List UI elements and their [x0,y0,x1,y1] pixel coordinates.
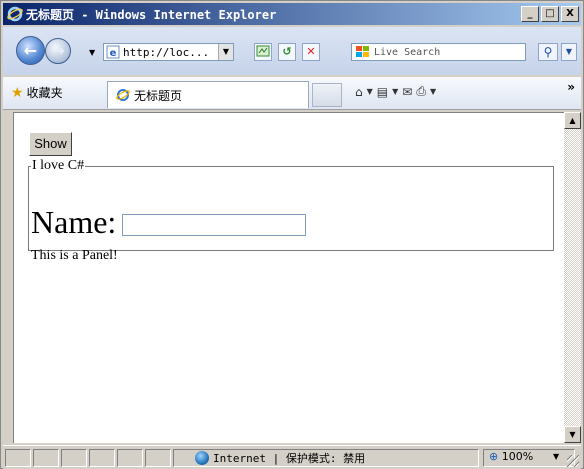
zoom-value: 100% [501,450,534,463]
zoom-level[interactable]: ⊕ 100% [489,450,533,463]
more-commands-chevron-icon[interactable]: » [567,80,575,94]
status-cell [89,449,115,467]
page-content: Show I love C# Name: This is a Panel! [13,112,564,443]
tab-page-icon [116,89,130,101]
zone-text: Internet | 保护模式: 禁用 [213,452,366,465]
panel-groupbox: I love C# Name: This is a Panel! [28,158,554,263]
resize-grip-icon[interactable] [567,455,579,467]
status-cell [145,449,171,467]
name-row: Name: [31,204,307,241]
zoom-dropdown-icon[interactable]: ▼ [553,452,559,461]
tab-title: 无标题页 [134,88,183,103]
home-dropdown-icon[interactable]: ▼ [367,87,373,96]
command-bar: ⌂ ▼ ▤ ▼ ✉ ⎙ ▼ [355,84,436,99]
home-icon[interactable]: ⌂ [355,85,363,99]
star-icon: ★ [11,84,24,101]
title-bar[interactable]: 无标题页 - Windows Internet Explorer _ □ X [3,3,581,25]
favorites-button[interactable]: ★ 收藏夹 [11,84,63,101]
name-label: Name: [31,204,117,240]
page-icon: e [106,45,120,59]
scroll-up-icon[interactable]: ▲ [564,112,581,129]
browser-window: 无标题页 - Windows Internet Explorer _ □ X ←… [0,0,584,469]
forward-button[interactable]: → [45,38,71,64]
stop-icon[interactable]: ✕ [302,43,320,61]
search-input[interactable]: Live Search [351,43,526,61]
search-placeholder: Live Search [374,46,441,58]
search-icon[interactable]: ⚲ [538,43,558,61]
show-button[interactable]: Show [29,132,72,156]
status-cell [117,449,143,467]
new-tab-button[interactable] [312,83,342,107]
back-button[interactable]: ← [16,36,45,65]
status-cell [61,449,87,467]
compatibility-view-icon[interactable] [254,43,272,61]
status-cell [33,449,59,467]
live-search-logo-icon [356,46,369,57]
name-input[interactable] [122,213,307,236]
minimize-button[interactable]: _ [521,6,539,22]
maximize-button[interactable]: □ [541,6,559,22]
zoom-icon: ⊕ [489,450,499,463]
address-dropdown-icon[interactable]: ▼ [218,44,233,60]
security-zone[interactable]: Internet | 保护模式: 禁用 [195,450,365,466]
navigation-bar: ← → ▼ e http://loc... ▼ ↺ ✕ Live Search … [3,27,581,75]
feeds-icon[interactable]: ▤ [377,85,388,99]
close-button[interactable]: X [561,6,579,22]
panel-legend: I love C# [32,158,85,173]
window-title: 无标题页 - Windows Internet Explorer [26,7,277,22]
status-bar: Internet | 保护模式: 禁用 ⊕ 100% ▼ [3,445,581,469]
svg-text:e: e [110,48,117,59]
address-bar[interactable]: e http://loc... ▼ [103,43,234,61]
scroll-down-icon[interactable]: ▼ [564,426,581,443]
feeds-dropdown-icon[interactable]: ▼ [392,87,398,96]
print-icon[interactable]: ⎙ [416,84,426,99]
window-controls: _ □ X [519,6,579,22]
globe-icon [195,451,209,465]
print-dropdown-icon[interactable]: ▼ [430,87,436,96]
search-options-dropdown-icon[interactable]: ▼ [561,43,577,61]
favorites-bar: ★ 收藏夹 无标题页 ⌂ ▼ ▤ ▼ ✉ ⎙ ▼ » [3,77,581,110]
recent-pages-dropdown-icon[interactable]: ▼ [89,48,95,57]
address-url[interactable]: http://loc... [123,46,209,59]
panel-text: This is a Panel! [31,248,118,263]
tab-untitled[interactable]: 无标题页 [107,81,309,108]
ie-logo-icon [7,6,23,22]
mail-icon[interactable]: ✉ [402,85,412,99]
status-cell [5,449,31,467]
vertical-scrollbar[interactable]: ▲ ▼ [564,112,581,443]
favorites-label: 收藏夹 [26,86,63,100]
refresh-icon[interactable]: ↺ [278,43,296,61]
